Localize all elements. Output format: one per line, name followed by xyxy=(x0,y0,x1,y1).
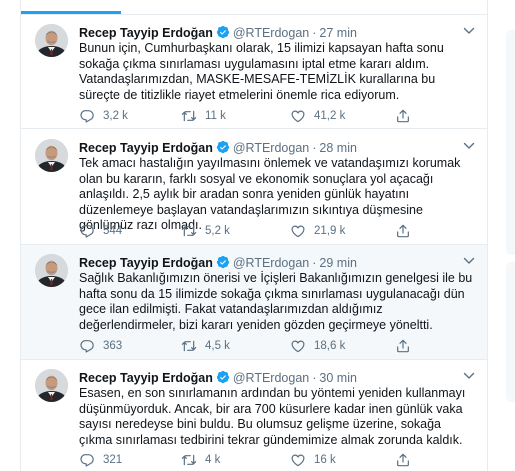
like-button[interactable]: 41,2 k xyxy=(290,107,345,125)
reply-count: 321 xyxy=(103,454,123,466)
retweet-count: 11 k xyxy=(205,110,226,122)
retweet-button[interactable]: 4,5 k xyxy=(181,337,230,355)
retweet-button[interactable]: 11 k xyxy=(181,107,226,125)
share-icon xyxy=(395,108,411,124)
reply-count: 3,2 k xyxy=(103,110,128,122)
heart-icon xyxy=(290,108,306,124)
retweet-icon xyxy=(181,338,197,354)
share-icon xyxy=(395,452,411,468)
reply-count: 544 xyxy=(103,225,123,237)
retweet-count: 4,5 k xyxy=(205,340,230,352)
separator-dot: · xyxy=(312,371,317,385)
tweet-timestamp[interactable]: 27 min xyxy=(319,26,357,40)
reply-button[interactable]: 544 xyxy=(79,222,122,240)
sidebar-card xyxy=(506,262,515,402)
like-count: 18,6 k xyxy=(314,340,346,352)
verified-badge-icon xyxy=(216,370,230,384)
retweet-count: 5,2 k xyxy=(205,225,230,237)
author-handle[interactable]: @RTErdogan xyxy=(233,371,309,385)
retweet-icon xyxy=(181,223,197,239)
retweet-count: 4 k xyxy=(205,454,221,466)
author-name[interactable]: Recep Tayyip Erdoğan xyxy=(79,141,213,155)
reply-icon xyxy=(79,452,95,468)
retweet-icon xyxy=(181,452,197,468)
share-button[interactable] xyxy=(395,337,419,355)
share-button[interactable] xyxy=(395,451,419,469)
author-handle[interactable]: @RTErdogan xyxy=(233,256,309,270)
verified-badge-icon xyxy=(216,255,230,269)
retweet-button[interactable]: 4 k xyxy=(181,451,220,469)
tweet[interactable]: Recep Tayyip Erdoğan @RTErdogan · 29 min Sa… xyxy=(21,245,487,360)
avatar[interactable] xyxy=(35,369,68,402)
sidebar-card xyxy=(506,30,515,255)
separator-dot: · xyxy=(312,141,317,155)
reply-icon xyxy=(79,223,95,239)
like-count: 16 k xyxy=(314,454,336,466)
verified-badge-icon xyxy=(216,140,230,154)
separator-dot: · xyxy=(312,26,317,40)
tweet-timestamp[interactable]: 28 min xyxy=(319,141,357,155)
tweet-actions: 363 4,5 k 18,6 k xyxy=(79,337,419,355)
reply-button[interactable]: 363 xyxy=(79,337,122,355)
share-icon xyxy=(395,223,411,239)
like-count: 21,9 k xyxy=(314,225,346,237)
reply-button[interactable]: 321 xyxy=(79,451,122,469)
separator-dot: · xyxy=(312,256,317,270)
like-count: 41,2 k xyxy=(314,110,346,122)
retweet-button[interactable]: 5,2 k xyxy=(181,222,230,240)
retweet-icon xyxy=(181,108,197,124)
tweet-text: Esasen, en son sınırlamanın ardından bu … xyxy=(79,386,466,447)
reply-button[interactable]: 3,2 k xyxy=(79,107,128,125)
avatar[interactable] xyxy=(35,139,68,172)
verified-badge-icon xyxy=(216,25,230,39)
tweet-header: Recep Tayyip Erdoğan @RTErdogan · 29 min xyxy=(79,254,477,272)
tweet-text: Bunun için, Cumhurbaşkanı olarak, 15 ili… xyxy=(79,41,444,102)
reply-icon xyxy=(79,108,95,124)
author-name[interactable]: Recep Tayyip Erdoğan xyxy=(79,371,213,385)
like-button[interactable]: 18,6 k xyxy=(290,337,345,355)
tweet-timestamp[interactable]: 29 min xyxy=(319,256,357,270)
tweet-timestamp[interactable]: 30 min xyxy=(319,371,357,385)
heart-icon xyxy=(290,338,306,354)
author-name[interactable]: Recep Tayyip Erdoğan xyxy=(79,26,213,40)
reply-icon xyxy=(79,338,95,354)
author-handle[interactable]: @RTErdogan xyxy=(233,141,309,155)
tweet-feed: Recep Tayyip Erdoğan @RTErdogan · 27 min Bu… xyxy=(20,0,488,471)
tweet-actions: 321 4 k 16 k xyxy=(79,451,419,469)
share-button[interactable] xyxy=(395,222,419,240)
tweet-header: Recep Tayyip Erdoğan @RTErdogan · 28 min xyxy=(79,139,477,157)
heart-icon xyxy=(290,452,306,468)
like-button[interactable]: 21,9 k xyxy=(290,222,345,240)
tweet-text: Sağlık Bakanlığımızın önerisi ve İçişler… xyxy=(79,271,473,332)
tweet[interactable]: Recep Tayyip Erdoğan @RTErdogan · 28 min Te… xyxy=(21,130,487,245)
chevron-down-icon[interactable] xyxy=(463,257,475,265)
tweet-header: Recep Tayyip Erdoğan @RTErdogan · 27 min xyxy=(79,24,477,42)
share-icon xyxy=(395,338,411,354)
reply-count: 363 xyxy=(103,340,123,352)
chevron-down-icon[interactable] xyxy=(463,372,475,380)
chevron-down-icon[interactable] xyxy=(463,27,475,35)
chevron-down-icon[interactable] xyxy=(463,142,475,150)
avatar[interactable] xyxy=(35,24,68,57)
tweet[interactable]: Recep Tayyip Erdoğan @RTErdogan · 27 min Bu… xyxy=(21,15,487,129)
avatar[interactable] xyxy=(35,254,68,287)
author-name[interactable]: Recep Tayyip Erdoğan xyxy=(79,256,213,270)
tweet-header: Recep Tayyip Erdoğan @RTErdogan · 30 min xyxy=(79,369,477,387)
share-button[interactable] xyxy=(395,107,419,125)
author-handle[interactable]: @RTErdogan xyxy=(233,26,309,40)
like-button[interactable]: 16 k xyxy=(290,451,336,469)
tweet-actions: 544 5,2 k 21,9 k xyxy=(79,222,419,240)
tweet-actions: 3,2 k 11 k 41,2 k xyxy=(79,107,419,125)
heart-icon xyxy=(290,223,306,239)
tweet[interactable]: Recep Tayyip Erdoğan @RTErdogan · 30 min Es… xyxy=(21,360,487,471)
